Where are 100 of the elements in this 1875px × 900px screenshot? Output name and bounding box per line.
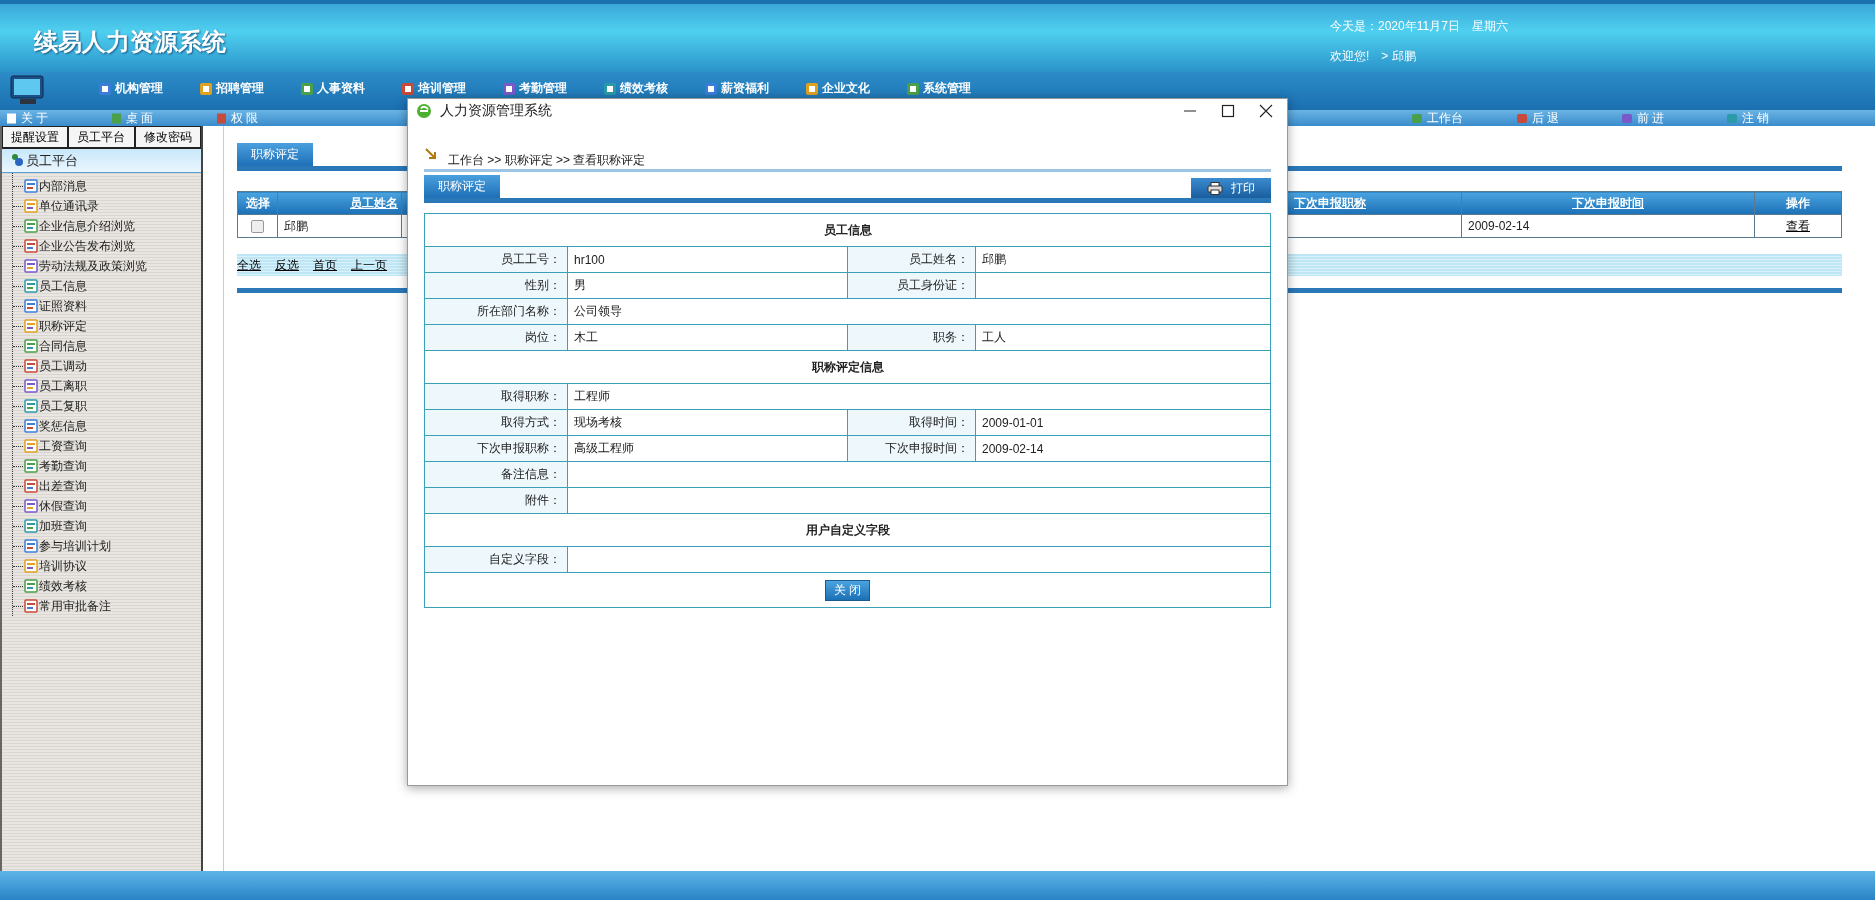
sidebar-item[interactable]: 员工信息 xyxy=(13,276,201,296)
toolbar-icon xyxy=(1621,112,1633,124)
column-header[interactable]: 选择 xyxy=(237,191,278,215)
field-value: 2009-02-14 xyxy=(975,435,1271,462)
field-value: 邱鹏 xyxy=(975,246,1271,273)
close-icon[interactable] xyxy=(1259,104,1273,118)
menu-item[interactable]: 人事资料 xyxy=(300,80,401,97)
table-cell: 2009-02-14 xyxy=(1461,214,1755,238)
sidebar-item[interactable]: 员工复职 xyxy=(13,396,201,416)
document-icon xyxy=(24,299,38,313)
field-value: 高级工程师 xyxy=(567,435,848,462)
field-value: 工程师 xyxy=(567,383,1271,410)
section-heading: 用户自定义字段 xyxy=(424,513,1271,547)
print-button[interactable]: 打印 xyxy=(1191,178,1271,198)
sidebar-item[interactable]: 加班查询 xyxy=(13,516,201,536)
menu-icon xyxy=(300,81,314,96)
sidebar-item[interactable]: 单位通讯录 xyxy=(13,196,201,216)
sidebar-item[interactable]: 员工调动 xyxy=(13,356,201,376)
menu-item[interactable]: 考勤管理 xyxy=(502,80,603,97)
sidebar-item[interactable]: 工资查询 xyxy=(13,436,201,456)
toolbar-icon xyxy=(1726,112,1738,124)
document-icon xyxy=(24,219,38,233)
menu-item[interactable]: 系统管理 xyxy=(906,80,1007,97)
menu-icon xyxy=(502,81,516,96)
sidebar-item[interactable]: 出差查询 xyxy=(13,476,201,496)
sidebar-tab[interactable]: 修改密码 xyxy=(134,126,201,148)
menu-item[interactable]: 机构管理 xyxy=(98,80,199,97)
table-cell: 邱鹏 xyxy=(277,214,402,238)
sidebar-item[interactable]: 考勤查询 xyxy=(13,456,201,476)
field-value: hr100 xyxy=(567,246,848,273)
pager-link[interactable]: 首页 xyxy=(313,256,337,274)
column-header[interactable]: 下次申报时间 xyxy=(1461,191,1755,215)
document-icon xyxy=(24,379,38,393)
document-icon xyxy=(24,339,38,353)
sidebar-item[interactable]: 职称评定 xyxy=(13,316,201,336)
document-icon xyxy=(24,419,38,433)
sidebar-item[interactable]: 企业信息介绍浏览 xyxy=(13,216,201,236)
arrow-icon xyxy=(424,147,438,161)
menu-icon xyxy=(199,81,213,96)
sidebar-item[interactable]: 劳动法规及政策浏览 xyxy=(13,256,201,276)
sidebar-item[interactable]: 常用审批备注 xyxy=(13,596,201,616)
menu-icon xyxy=(805,81,819,96)
section-heading: 职称评定信息 xyxy=(424,350,1271,384)
section-title: 员工平台 xyxy=(26,151,78,170)
toolbar-icon xyxy=(1411,112,1423,124)
field-label: 下次申报职称： xyxy=(424,435,568,462)
sidebar-item[interactable]: 企业公告发布浏览 xyxy=(13,236,201,256)
document-icon xyxy=(24,479,38,493)
field-label: 员工身份证： xyxy=(847,272,976,299)
document-icon xyxy=(24,279,38,293)
document-icon xyxy=(24,359,38,373)
column-header[interactable]: 员工姓名 xyxy=(277,191,402,215)
toolbar-icon xyxy=(1516,112,1528,124)
menu-item[interactable]: 绩效考核 xyxy=(603,80,704,97)
sidebar-item[interactable]: 合同信息 xyxy=(13,336,201,356)
content-tab[interactable]: 职称评定 xyxy=(424,175,500,198)
field-label: 性别： xyxy=(424,272,568,299)
document-icon xyxy=(24,459,38,473)
document-icon xyxy=(24,239,38,253)
pager-link[interactable]: 上一页 xyxy=(351,256,387,274)
sidebar-section-header[interactable]: 员工平台 xyxy=(2,149,201,173)
field-label: 员工姓名： xyxy=(847,246,976,273)
welcome-text: 欢迎您! > 邱鹏 xyxy=(1330,48,1417,65)
sidebar-item[interactable]: 奖惩信息 xyxy=(13,416,201,436)
sidebar-item[interactable]: 参与培训计划 xyxy=(13,536,201,556)
sidebar-item[interactable]: 绩效考核 xyxy=(13,576,201,596)
document-icon xyxy=(24,199,38,213)
column-header[interactable]: 操作 xyxy=(1754,191,1842,215)
sidebar-item[interactable]: 内部消息 xyxy=(13,176,201,196)
field-label: 自定义字段： xyxy=(424,546,568,573)
menu-icon xyxy=(603,81,617,96)
field-value: 工人 xyxy=(975,324,1271,351)
field-label: 取得方式： xyxy=(424,409,568,436)
close-button[interactable]: 关 闭 xyxy=(824,579,871,601)
sidebar-item[interactable]: 证照资料 xyxy=(13,296,201,316)
document-icon xyxy=(24,599,38,613)
column-header[interactable]: 下次申报职称 xyxy=(1287,191,1462,215)
document-icon xyxy=(24,539,38,553)
menu-item[interactable]: 薪资福利 xyxy=(704,80,805,97)
menu-item[interactable]: 企业文化 xyxy=(805,80,906,97)
content-tab[interactable]: 职称评定 xyxy=(237,143,313,166)
sidebar-item[interactable]: 休假查询 xyxy=(13,496,201,516)
page-icon xyxy=(6,112,17,124)
pager-link[interactable]: 全选 xyxy=(237,256,261,274)
menu-item[interactable]: 招聘管理 xyxy=(199,80,300,97)
view-link[interactable]: 查看 xyxy=(1786,218,1810,233)
sidebar-item[interactable]: 员工离职 xyxy=(13,376,201,396)
document-icon xyxy=(24,579,38,593)
menu-item[interactable]: 培训管理 xyxy=(401,80,502,97)
row-checkbox[interactable] xyxy=(251,220,264,234)
document-icon xyxy=(24,439,38,453)
maximize-icon[interactable] xyxy=(1221,104,1235,118)
pager-link[interactable]: 反选 xyxy=(275,256,299,274)
document-icon xyxy=(24,519,38,533)
printer-icon xyxy=(1207,181,1223,195)
browser-icon xyxy=(416,103,432,119)
sidebar-item[interactable]: 培训协议 xyxy=(13,556,201,576)
field-label: 职务： xyxy=(847,324,976,351)
sidebar-tab[interactable]: 员工平台 xyxy=(68,126,135,148)
sidebar-tab[interactable]: 提醒设置 xyxy=(2,126,69,148)
